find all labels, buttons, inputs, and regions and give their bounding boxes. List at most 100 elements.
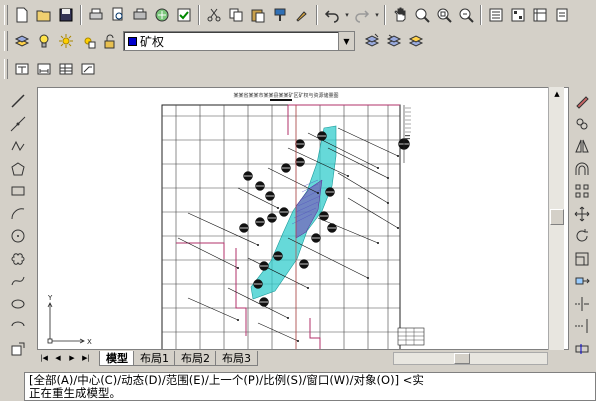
undo-dropdown-icon[interactable]: ▾ [343,4,351,26]
arc-icon[interactable] [7,203,29,226]
vertical-scrollbar[interactable]: ▲ ▼ [548,87,564,365]
first-tab-icon[interactable]: |◀ [37,351,51,365]
draw-toolbar [7,90,29,360]
layer-properties-icon[interactable] [11,30,33,52]
layer-previous-icon[interactable] [383,30,405,52]
map-frame [161,104,401,349]
revision-cloud-icon[interactable] [7,248,29,271]
ucs-icon [47,302,85,344]
match-properties-icon[interactable] [269,4,291,26]
chevron-down-icon[interactable]: ▼ [338,32,354,50]
separator [480,5,482,25]
scale-icon[interactable] [571,248,593,271]
freeze-viewport-icon[interactable] [77,30,99,52]
zoom-window-icon[interactable] [433,4,455,26]
copy-icon[interactable] [225,4,247,26]
rotate-icon[interactable] [571,225,593,248]
print-icon[interactable] [85,4,107,26]
next-tab-icon[interactable]: ▶ [65,351,79,365]
line-icon[interactable] [7,90,29,113]
make-current-layer-icon[interactable] [361,30,383,52]
stretch-icon[interactable] [571,270,593,293]
layer-combo-value: 矿权 [124,33,338,50]
layer-states-icon[interactable] [405,30,427,52]
trim-icon[interactable] [571,293,593,316]
mirror-icon[interactable] [571,135,593,158]
spline-icon[interactable] [7,270,29,293]
redo-dropdown-icon[interactable]: ▾ [373,4,381,26]
move-icon[interactable] [571,203,593,226]
layer-combo[interactable]: 矿权 ▼ [123,31,355,51]
paste-icon[interactable] [247,4,269,26]
brush-icon[interactable] [291,4,313,26]
sun-icon[interactable] [55,30,77,52]
styles-toolbar [0,57,99,81]
offset-icon[interactable] [571,158,593,181]
insert-block-icon[interactable] [7,338,29,361]
save-icon[interactable] [55,4,77,26]
undo-icon[interactable] [321,4,343,26]
horizontal-scroll-thumb[interactable] [454,353,470,364]
drawing-svg: 某某省某某市某某县某某矿区矿权与资源储量图 Y X [47,92,425,349]
toolbar-grip[interactable] [4,59,8,79]
tool-palettes-icon[interactable] [529,4,551,26]
separator [316,5,318,25]
scroll-up-icon[interactable]: ▲ [549,87,565,101]
toolbar-grip[interactable] [4,31,8,51]
unlock-icon[interactable] [99,30,121,52]
publish-icon[interactable] [151,4,173,26]
toolbar-grip[interactable] [4,5,8,25]
circle-icon[interactable] [7,225,29,248]
extend-icon[interactable] [571,315,593,338]
tab-model[interactable]: 模型 [99,350,135,366]
command-line[interactable]: [全部(A)/中心(C)/动态(D)/范围(E)/上一个(P)/比例(S)/窗口… [24,372,596,401]
new-icon[interactable] [11,4,33,26]
ellipse-icon[interactable] [7,293,29,316]
title-underline [270,99,292,101]
tab-layout2[interactable]: 布局2 [174,350,217,366]
tab-layout3[interactable]: 布局3 [215,350,258,366]
separator [198,5,200,25]
erase-icon[interactable] [571,90,593,113]
separator [80,5,82,25]
ellipse-arc-icon[interactable] [7,315,29,338]
rectangle-icon[interactable] [7,180,29,203]
print-preview-icon[interactable] [107,4,129,26]
dimension-style-icon[interactable] [33,58,55,80]
properties-icon[interactable] [485,4,507,26]
sheet-set-icon[interactable] [551,4,573,26]
ucs-x-label: X [87,338,92,346]
open-icon[interactable] [33,4,55,26]
coordinate-grid [162,105,400,349]
text-style-icon[interactable] [11,58,33,80]
zoom-realtime-icon[interactable] [411,4,433,26]
last-tab-icon[interactable]: ▶| [79,351,93,365]
multileader-style-icon[interactable] [77,58,99,80]
lightbulb-icon[interactable] [33,30,55,52]
modify-toolbar [571,90,593,360]
table-style-icon[interactable] [55,58,77,80]
horizontal-scrollbar[interactable] [393,352,548,365]
tab-layout1[interactable]: 布局1 [133,350,176,366]
pan-icon[interactable] [389,4,411,26]
polyline-icon[interactable] [7,135,29,158]
redo-icon[interactable] [351,4,373,26]
standard-toolbar: ▾ ▾ [0,3,596,27]
ucs-y-label: Y [47,294,53,302]
copy-object-icon[interactable] [571,113,593,136]
prev-tab-icon[interactable]: ◀ [51,351,65,365]
check-icon[interactable] [173,4,195,26]
construction-line-icon[interactable] [7,113,29,136]
design-center-icon[interactable] [507,4,529,26]
separator [384,5,386,25]
array-icon[interactable] [571,180,593,203]
zoom-previous-icon[interactable] [455,4,477,26]
drawing-canvas[interactable]: 某某省某某市某某县某某矿区矿权与资源储量图 Y X [37,87,569,350]
layers-toolbar: 矿权 ▼ [0,29,427,53]
break-icon[interactable] [571,338,593,361]
plot-icon[interactable] [129,4,151,26]
vertical-scroll-thumb[interactable] [550,209,564,225]
polygon-icon[interactable] [7,158,29,181]
command-status-line: 正在重生成模型。 [29,386,121,400]
cut-icon[interactable] [203,4,225,26]
